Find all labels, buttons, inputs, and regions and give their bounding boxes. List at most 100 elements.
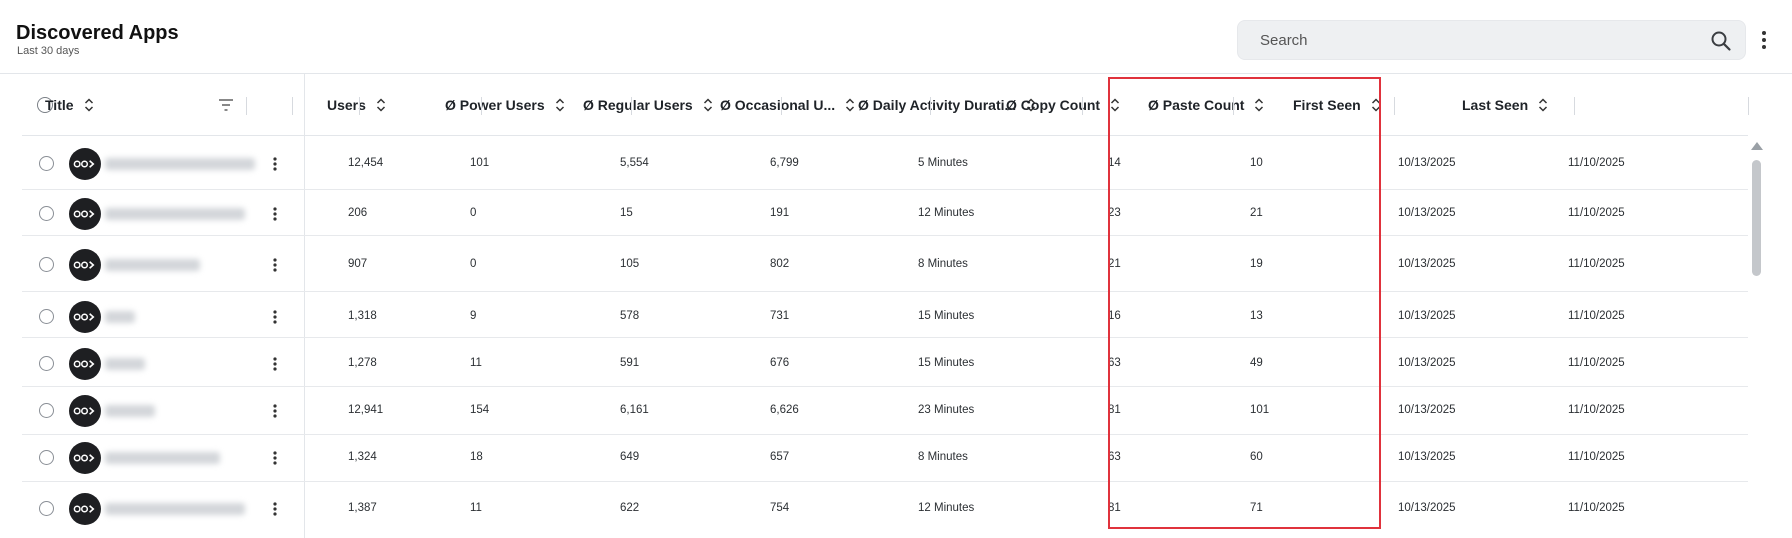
row-more-options-icon[interactable] [270, 309, 280, 325]
row-more-options-icon[interactable] [270, 206, 280, 222]
cell-first-seen: 10/13/2025 [1398, 310, 1456, 322]
table-row[interactable]: 1,318 9 578 731 15 Minutes 16 13 10/13/2025 11/1… [22, 292, 1748, 338]
cell-occasional-users: 6,626 [770, 404, 799, 416]
cell-power-users: 11 [470, 357, 482, 369]
column-divider[interactable] [781, 97, 782, 115]
app-name-redacted[interactable] [105, 158, 255, 170]
sort-icon[interactable] [83, 97, 95, 113]
cell-first-seen: 10/13/2025 [1398, 451, 1456, 463]
table-row[interactable]: 12,941 154 6,161 6,626 23 Minutes 81 101 10/13/… [22, 387, 1748, 435]
app-name-redacted[interactable] [105, 503, 245, 515]
row-select-radio[interactable] [39, 309, 54, 324]
page-title: Discovered Apps [16, 22, 179, 44]
sort-icon[interactable] [702, 97, 714, 113]
column-divider[interactable] [359, 97, 360, 115]
column-header-label: Ø Copy Count [1006, 97, 1101, 113]
vertical-scrollbar[interactable] [1750, 136, 1764, 538]
cell-power-users: 0 [470, 207, 477, 219]
app-logo-icon [69, 249, 101, 281]
app-logo-icon [69, 442, 101, 474]
scrollbar-thumb[interactable] [1752, 160, 1761, 276]
row-select-radio[interactable] [39, 501, 54, 516]
table-row[interactable]: 12,454 101 5,554 6,799 5 Minutes 14 10 10/13/20… [22, 136, 1748, 190]
cell-regular-users: 15 [620, 207, 633, 219]
column-header-label: Ø Daily Activity Durati... [858, 97, 1017, 113]
app-name-redacted[interactable] [105, 405, 155, 417]
column-header-users[interactable]: Users [327, 74, 387, 136]
column-header-last-seen[interactable]: Last Seen [1462, 74, 1549, 136]
column-divider[interactable] [1082, 97, 1083, 115]
app-logo-icon [69, 301, 101, 333]
row-select-radio[interactable] [39, 450, 54, 465]
search-icon[interactable] [1710, 30, 1732, 52]
app-name-redacted[interactable] [105, 311, 135, 323]
cell-first-seen: 10/13/2025 [1398, 258, 1456, 270]
column-header-power-users[interactable]: Ø Power Users [445, 74, 566, 136]
table-row[interactable]: 1,387 11 622 754 12 Minutes 81 71 10/13/2025 11/… [22, 482, 1748, 538]
cell-regular-users: 649 [620, 451, 640, 463]
column-header-regular-users[interactable]: Ø Regular Users [583, 74, 714, 136]
sort-icon[interactable] [375, 97, 387, 113]
row-more-options-icon[interactable] [270, 501, 280, 517]
app-name-redacted[interactable] [105, 358, 145, 370]
filter-icon[interactable] [218, 97, 234, 113]
cell-daily-activity: 5 Minutes [918, 157, 968, 169]
sort-icon[interactable] [554, 97, 566, 113]
column-header-label: Ø Regular Users [583, 97, 693, 113]
cell-first-seen: 10/13/2025 [1398, 404, 1456, 416]
app-logo-icon [69, 198, 101, 230]
scroll-up-arrow-icon[interactable] [1751, 142, 1763, 150]
row-more-options-icon[interactable] [270, 356, 280, 372]
column-divider[interactable] [1574, 97, 1575, 115]
cell-users: 1,387 [348, 502, 377, 514]
row-more-options-icon[interactable] [270, 257, 280, 273]
cell-daily-activity: 12 Minutes [918, 207, 975, 219]
cell-first-seen: 10/13/2025 [1398, 157, 1456, 169]
column-divider[interactable] [1394, 97, 1395, 115]
table-row[interactable]: 907 0 105 802 8 Minutes 21 19 10/13/2025 11/10/2… [22, 236, 1748, 292]
cell-users: 1,318 [348, 310, 377, 322]
cell-regular-users: 6,161 [620, 404, 649, 416]
cell-regular-users: 578 [620, 310, 640, 322]
cell-users: 12,454 [348, 157, 384, 169]
row-more-options-icon[interactable] [270, 450, 280, 466]
cell-power-users: 154 [470, 404, 490, 416]
column-header-title[interactable]: Title [45, 74, 95, 136]
column-divider[interactable] [246, 97, 247, 115]
cell-occasional-users: 731 [770, 310, 790, 322]
table-row[interactable]: 206 0 15 191 12 Minutes 23 21 10/13/2025 11/10/2… [22, 190, 1748, 236]
more-options-icon[interactable] [1756, 28, 1772, 52]
row-select-radio[interactable] [39, 403, 54, 418]
column-divider[interactable] [292, 97, 293, 115]
column-header-occasional-users[interactable]: Ø Occasional U... [720, 74, 856, 136]
cell-daily-activity: 15 Minutes [918, 357, 975, 369]
table-row[interactable]: 1,324 18 649 657 8 Minutes 63 60 10/13/2025 11/1… [22, 435, 1748, 482]
search-input[interactable] [1260, 21, 1700, 59]
app-name-redacted[interactable] [105, 259, 200, 271]
column-header-copy-count[interactable]: Ø Copy Count [1006, 74, 1121, 136]
row-more-options-icon[interactable] [270, 403, 280, 419]
row-select-radio[interactable] [39, 206, 54, 221]
table-row[interactable]: 1,278 11 591 676 15 Minutes 63 49 10/13/2025 11/… [22, 338, 1748, 387]
app-name-redacted[interactable] [105, 208, 245, 220]
row-select-radio[interactable] [39, 257, 54, 272]
cell-first-seen: 10/13/2025 [1398, 207, 1456, 219]
cell-first-seen: 10/13/2025 [1398, 357, 1456, 369]
sort-icon[interactable] [1537, 97, 1549, 113]
sort-icon[interactable] [844, 97, 856, 113]
row-more-options-icon[interactable] [270, 156, 280, 172]
cell-occasional-users: 676 [770, 357, 790, 369]
column-divider[interactable] [930, 97, 931, 115]
column-divider[interactable] [1748, 97, 1749, 115]
app-name-redacted[interactable] [105, 452, 220, 464]
row-select-radio[interactable] [39, 356, 54, 371]
page-subtitle: Last 30 days [17, 45, 80, 57]
column-divider[interactable] [631, 97, 632, 115]
cell-last-seen: 11/10/2025 [1568, 157, 1625, 169]
column-header-label: Last Seen [1462, 97, 1529, 113]
row-select-radio[interactable] [39, 156, 54, 171]
column-divider[interactable] [481, 97, 482, 115]
cell-daily-activity: 23 Minutes [918, 404, 975, 416]
search-box[interactable] [1237, 20, 1746, 60]
cell-occasional-users: 191 [770, 207, 790, 219]
